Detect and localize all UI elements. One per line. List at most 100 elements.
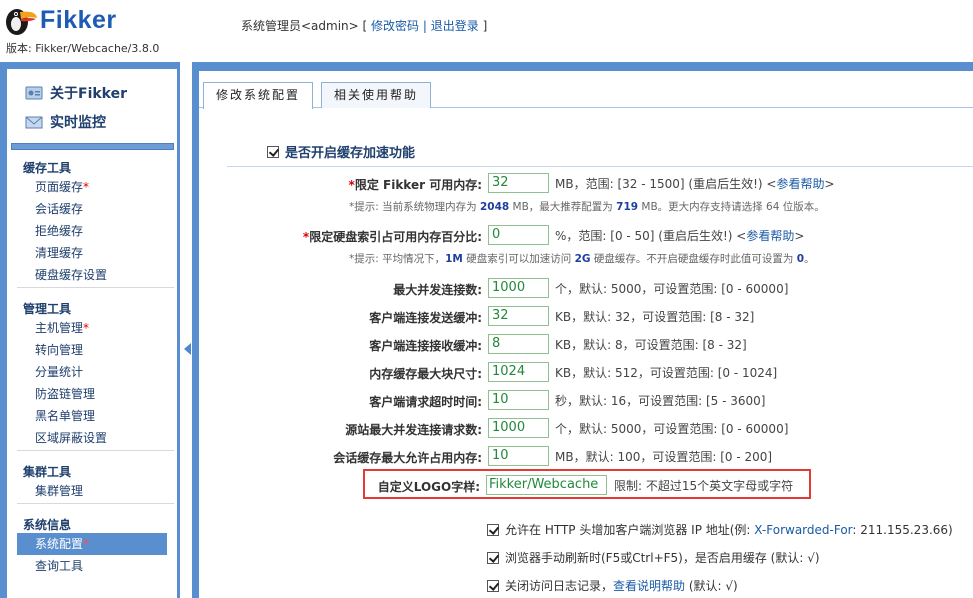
tip-value: 0 — [796, 253, 805, 265]
option-forwarded-for[interactable]: 允许在 HTTP 头增加客户端浏览器 IP 地址(例: X-Forwarded-… — [487, 521, 953, 538]
disk-hint-text: %，范围: [0 - 50] (重启后生效!) < — [555, 229, 747, 243]
custom-logo-input[interactable]: Fikker/Webcache — [486, 475, 607, 495]
sidebar-item-label: 区域屏蔽设置 — [35, 431, 108, 445]
tip-text: 硬盘缓存。不开启硬盘缓存时此值可设置为 — [590, 253, 797, 265]
left-frame: 关于Fikker 实时监控 缓存工具 页面缓存* 会话缓存 拒绝缓存 清理缓存 … — [0, 62, 180, 598]
frame-splitter[interactable] — [180, 62, 192, 598]
custom-logo-hint: 限制: 不超过15个英文字母或字符 — [614, 479, 794, 493]
realtime-monitor-label: 实时监控 — [50, 115, 106, 131]
info-card-icon — [25, 86, 43, 100]
sidebar-item-purge-cache[interactable]: 清理缓存 — [17, 242, 167, 264]
custom-logo-label: 自定义LOGO字样: — [377, 480, 480, 494]
envelope-icon — [25, 116, 43, 129]
disk-index-hint: %，范围: [0 - 50] (重启后生效!) <参看帮助> — [555, 227, 804, 244]
realtime-monitor-link[interactable]: 实时监控 — [25, 111, 106, 133]
forwarded-for-link[interactable]: X-Forwarded-For — [754, 523, 852, 537]
sidebar-item-label: 黑名单管理 — [35, 409, 96, 423]
send-buffer-label: 客户端连接发送缓冲: — [369, 311, 482, 325]
tip-text: MB。更大内存支持请选择 64 位版本。 — [638, 201, 825, 213]
disable-log-checkbox[interactable] — [487, 579, 499, 592]
mem-help-link[interactable]: 参看帮助 — [776, 177, 824, 191]
enable-cache-option[interactable]: 是否开启缓存加速功能 — [267, 142, 415, 161]
about-fikker-link[interactable]: 关于Fikker — [25, 82, 127, 104]
sidebar-item-label: 主机管理 — [35, 321, 84, 335]
group-title-system-info: 系统信息 — [23, 518, 72, 532]
tab-edit-config[interactable]: 修改系统配置 — [203, 82, 314, 109]
enable-cache-checkbox[interactable] — [267, 145, 279, 158]
sidebar-item-blacklist[interactable]: 黑名单管理 — [17, 405, 167, 427]
group-separator — [17, 450, 174, 451]
group-separator — [17, 287, 174, 288]
app-logo-text: Fikker — [40, 6, 117, 34]
header: Fikker 版本: Fikker/Webcache/3.8.0 系统管理员<a… — [0, 0, 973, 58]
mem-limit-input[interactable]: 32 — [488, 173, 549, 193]
user-prefix: 系统管理员<admin> [ — [241, 19, 368, 33]
disk-help-link[interactable]: 参看帮助 — [746, 229, 794, 243]
origin-connections-input[interactable]: 1000 — [488, 418, 549, 438]
max-connections-input[interactable]: 1000 — [488, 278, 549, 298]
request-timeout-label: 客户端请求超时时间: — [369, 395, 482, 409]
change-password-link[interactable]: 修改密码 — [371, 19, 419, 33]
sidebar-item-label: 拒绝缓存 — [35, 224, 84, 238]
option-pre: 允许在 HTTP 头增加客户端浏览器 IP 地址(例: — [505, 523, 755, 537]
sidebar-item-stats[interactable]: 分量统计 — [17, 361, 167, 383]
sidebar-item-page-cache[interactable]: 页面缓存* — [17, 176, 167, 198]
toucan-logo-icon — [6, 9, 37, 35]
disk-index-input[interactable]: 0 — [488, 225, 549, 245]
recv-buffer-input[interactable]: 8 — [488, 334, 549, 354]
option-disable-access-log[interactable]: 关闭访问日志记录，查看说明帮助 (默认: √) — [487, 577, 738, 594]
sidebar-item-region-block[interactable]: 区域屏蔽设置 — [17, 427, 167, 449]
option-post: (默认: √) — [685, 579, 738, 593]
enable-cache-label: 是否开启缓存加速功能 — [285, 146, 416, 161]
session-cache-mem-hint: MB，默认: 100，可设置范围: [0 - 200] — [555, 450, 773, 464]
group-title-cluster-tools: 集群工具 — [23, 465, 72, 479]
tip-text: MB，最大推荐配置为 — [509, 201, 617, 213]
mem-hint-end: > — [824, 177, 835, 191]
tab-help[interactable]: 相关使用帮助 — [321, 82, 432, 108]
option-text: 允许在 HTTP 头增加客户端浏览器 IP 地址(例: X-Forwarded-… — [505, 521, 953, 538]
sidebar-item-label: 转向管理 — [35, 343, 84, 357]
sidebar-item-query-tools[interactable]: 查询工具 — [17, 555, 167, 577]
sidebar-item-label: 查询工具 — [35, 559, 84, 573]
max-connections-label: 最大并发连接数: — [393, 283, 482, 297]
sidebar-item-host-management[interactable]: 主机管理* — [17, 317, 167, 339]
mem-limit-hint: MB，范围: [32 - 1500] (重启后生效!) <参看帮助> — [555, 175, 835, 192]
session-cache-mem-input[interactable]: 10 — [488, 446, 549, 466]
right-frame: 修改系统配置 相关使用帮助 是否开启缓存加速功能 *限定 Fikker 可用内存… — [192, 62, 973, 598]
mem-limit-text: 限定 Fikker 可用内存: — [354, 178, 482, 192]
request-timeout-hint: 秒，默认: 16，可设置范围: [5 - 3600] — [555, 394, 766, 408]
sidebar-item-reject-cache[interactable]: 拒绝缓存 — [17, 220, 167, 242]
group-separator — [17, 503, 174, 504]
sidebar-item-disk-cache[interactable]: 硬盘缓存设置 — [17, 264, 167, 286]
user-bar: 系统管理员<admin> [ 修改密码 | 退出登录 ] — [241, 17, 487, 34]
about-fikker-label: 关于Fikker — [50, 86, 128, 102]
sidebar-item-session-cache[interactable]: 会话缓存 — [17, 198, 167, 220]
userbar-separator: | — [422, 19, 427, 33]
forwarded-for-checkbox[interactable] — [487, 523, 499, 536]
sidebar-item-hotlink[interactable]: 防盗链管理 — [17, 383, 167, 405]
disk-index-label: *限定硬盘索引占可用内存百分比: — [162, 228, 482, 245]
refresh-cache-checkbox[interactable] — [487, 551, 499, 564]
origin-connections-hint: 个，默认: 5000，可设置范围: [0 - 60000] — [555, 422, 789, 436]
log-help-link[interactable]: 查看说明帮助 — [613, 579, 685, 593]
group-title-management-tools: 管理工具 — [23, 302, 72, 316]
sidebar-divider-bar — [11, 143, 174, 150]
sidebar-item-label: 硬盘缓存设置 — [35, 268, 108, 282]
tip-value: 2048 — [479, 201, 510, 213]
tip-value: 1M — [445, 253, 463, 265]
disk-hint-end: > — [794, 229, 805, 243]
send-buffer-input[interactable]: 32 — [488, 306, 549, 326]
disk-index-text: 限定硬盘索引占可用内存百分比: — [309, 230, 482, 244]
mem-block-size-input[interactable]: 1024 — [488, 362, 549, 382]
mem-tip: *提示: 当前系统物理内存为 2048 MB，最大推荐配置为 719 MB。更大… — [349, 199, 825, 214]
logout-link[interactable]: 退出登录 — [431, 19, 479, 33]
option-refresh-cache[interactable]: 浏览器手动刷新时(F5或Ctrl+F5)，是否启用缓存 (默认: √) — [487, 549, 820, 566]
sidebar-item-cluster[interactable]: 集群管理 — [17, 480, 167, 502]
tip-value: 719 — [616, 201, 639, 213]
mem-block-size-hint: KB，默认: 512，可设置范围: [0 - 1024] — [555, 366, 778, 380]
tip-value: 2G — [574, 253, 591, 265]
sidebar-item-system-config[interactable]: 系统配置* — [17, 533, 167, 555]
request-timeout-input[interactable]: 10 — [488, 390, 549, 410]
mem-block-size-label: 内存缓存最大块尺寸: — [369, 367, 482, 381]
sidebar-item-redirect[interactable]: 转向管理 — [17, 339, 167, 361]
